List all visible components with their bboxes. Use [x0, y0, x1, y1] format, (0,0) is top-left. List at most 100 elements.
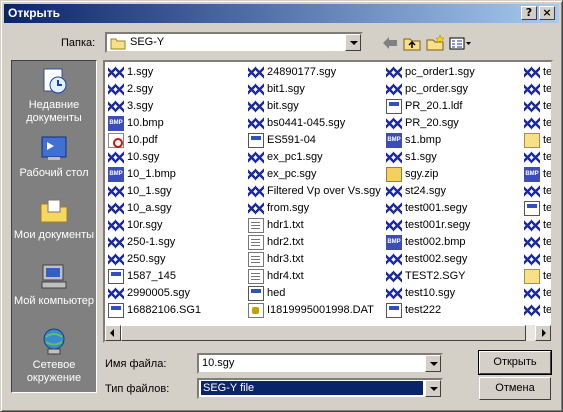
- file-item[interactable]: ES591-04: [247, 132, 381, 149]
- bmp-file-icon: BMP: [386, 235, 402, 250]
- file-item[interactable]: pc_order1.sgy: [385, 64, 475, 81]
- file-item[interactable]: I1819995001998.DAT: [247, 302, 381, 319]
- file-item[interactable]: test10.sgy: [385, 285, 475, 302]
- sgy-file-icon: [248, 116, 264, 131]
- file-item[interactable]: 1.sgy: [107, 64, 201, 81]
- gen-file-icon: [386, 303, 402, 318]
- title-bar[interactable]: Открыть ? ×: [4, 4, 559, 23]
- file-item[interactable]: TEST2.SGY: [385, 268, 475, 285]
- sgy-file-icon: [248, 82, 264, 97]
- file-item[interactable]: BMPtes: [523, 166, 551, 183]
- scroll-right-icon[interactable]: [535, 325, 551, 341]
- file-item[interactable]: 10_1.sgy: [107, 183, 201, 200]
- file-item[interactable]: BMP 10_1.bmp: [107, 166, 201, 183]
- file-item[interactable]: tes: [523, 149, 551, 166]
- file-item[interactable]: Filtered Vp over Vs.sgy: [247, 183, 381, 200]
- file-item[interactable]: ex_pc1.sgy: [247, 149, 381, 166]
- file-name: tes: [543, 202, 553, 214]
- file-item[interactable]: hdr1.txt: [247, 217, 381, 234]
- file-item[interactable]: tes: [523, 268, 551, 285]
- open-button[interactable]: Открыть: [478, 350, 552, 375]
- file-item[interactable]: 10r.sgy: [107, 217, 201, 234]
- file-item[interactable]: tes: [523, 64, 551, 81]
- file-item[interactable]: s1.sgy: [385, 149, 475, 166]
- file-item[interactable]: 24890177.sgy: [247, 64, 381, 81]
- file-name: 10_1.bmp: [127, 168, 176, 180]
- scroll-thumb[interactable]: [121, 325, 526, 341]
- file-item[interactable]: 250.sgy: [107, 251, 201, 268]
- file-item[interactable]: BMP s1.bmp: [385, 132, 475, 149]
- file-item[interactable]: tes: [523, 115, 551, 132]
- file-item[interactable]: tes: [523, 132, 551, 149]
- file-item[interactable]: 16882106.SG1: [107, 302, 201, 319]
- sgy-file-icon: [248, 167, 264, 182]
- txt-file-icon: [248, 218, 264, 233]
- file-item[interactable]: hed: [247, 285, 381, 302]
- horizontal-scrollbar[interactable]: [105, 325, 551, 341]
- file-item[interactable]: bs0441-045.sgy: [247, 115, 381, 132]
- file-item[interactable]: PR_20.1.ldf: [385, 98, 475, 115]
- file-item[interactable]: tes: [523, 251, 551, 268]
- place-label: Недавние документы: [26, 99, 82, 124]
- sgy-file-icon: [524, 150, 540, 165]
- back-arrow-icon[interactable]: [379, 33, 401, 53]
- file-item[interactable]: BMP test002.bmp: [385, 234, 475, 251]
- file-item[interactable]: pc_order.sgy: [385, 81, 475, 98]
- file-item[interactable]: test001r.segy: [385, 217, 475, 234]
- place-my-documents[interactable]: Мои документы: [12, 195, 96, 242]
- file-item[interactable]: test222: [385, 302, 475, 319]
- place-my-computer[interactable]: Мой компьютер: [12, 261, 96, 308]
- file-list[interactable]: 1.sgy 2.sgy 3.sgy BMP 10.bmp 10.pdf 10.sgy BMP 1…: [103, 60, 553, 343]
- file-item[interactable]: 2.sgy: [107, 81, 201, 98]
- bmp-file-icon: BMP: [108, 167, 124, 182]
- file-item[interactable]: tes: [523, 234, 551, 251]
- file-item[interactable]: hdr4.txt: [247, 268, 381, 285]
- scroll-left-icon[interactable]: [105, 325, 121, 341]
- place-desktop[interactable]: Рабочий стол: [12, 133, 96, 180]
- file-item[interactable]: PR_20.sgy: [385, 115, 475, 132]
- file-item[interactable]: ex_pc.sgy: [247, 166, 381, 183]
- file-item[interactable]: 3.sgy: [107, 98, 201, 115]
- cancel-button[interactable]: Отмена: [479, 377, 551, 400]
- file-item[interactable]: hdr3.txt: [247, 251, 381, 268]
- file-item[interactable]: bit.sgy: [247, 98, 381, 115]
- chevron-down-icon[interactable]: [425, 355, 441, 372]
- place-recent-documents[interactable]: Недавние документы: [12, 65, 96, 125]
- file-item[interactable]: tes: [523, 98, 551, 115]
- view-menu-icon[interactable]: [447, 33, 473, 53]
- file-item[interactable]: 10.pdf: [107, 132, 201, 149]
- filename-input[interactable]: 10.sgy: [197, 353, 443, 374]
- close-button[interactable]: ×: [539, 6, 555, 20]
- chevron-down-icon[interactable]: [425, 380, 441, 397]
- file-item[interactable]: tes: [523, 217, 551, 234]
- file-item[interactable]: test002.segy: [385, 251, 475, 268]
- file-item[interactable]: tes: [523, 81, 551, 98]
- file-item[interactable]: 2990005.sgy: [107, 285, 201, 302]
- lookin-combo[interactable]: SEG-Y: [105, 32, 363, 53]
- file-item[interactable]: 250-1.sgy: [107, 234, 201, 251]
- up-folder-icon[interactable]: [401, 33, 423, 53]
- file-item[interactable]: sgy.zip: [385, 166, 475, 183]
- chevron-down-icon[interactable]: [345, 34, 361, 51]
- file-item[interactable]: hdr2.txt: [247, 234, 381, 251]
- lookin-value: SEG-Y: [130, 36, 165, 48]
- new-folder-icon[interactable]: [424, 33, 446, 53]
- file-item[interactable]: tes: [523, 285, 551, 302]
- file-item[interactable]: tes: [523, 200, 553, 217]
- place-label: Мои документы: [13, 229, 95, 241]
- file-item[interactable]: bit1.sgy: [247, 81, 381, 98]
- file-item[interactable]: 1587_145: [107, 268, 201, 285]
- file-item[interactable]: 10_a.sgy: [107, 200, 201, 217]
- file-item[interactable]: BMP 10.bmp: [107, 115, 201, 132]
- file-column: 1.sgy 2.sgy 3.sgy BMP 10.bmp 10.pdf 10.sgy BMP 1…: [107, 64, 201, 319]
- filetype-select[interactable]: SEG-Y file: [197, 378, 443, 399]
- sgy-file-icon: [108, 235, 124, 250]
- file-item[interactable]: tes: [523, 302, 551, 319]
- file-item[interactable]: st24.sgy: [385, 183, 475, 200]
- file-item[interactable]: 10.sgy: [107, 149, 201, 166]
- file-item[interactable]: tes: [523, 183, 551, 200]
- place-network[interactable]: Сетевое окружение: [12, 325, 96, 385]
- help-button[interactable]: ?: [521, 6, 537, 20]
- file-item[interactable]: test001.segy: [385, 200, 475, 217]
- file-item[interactable]: from.sgy: [247, 200, 381, 217]
